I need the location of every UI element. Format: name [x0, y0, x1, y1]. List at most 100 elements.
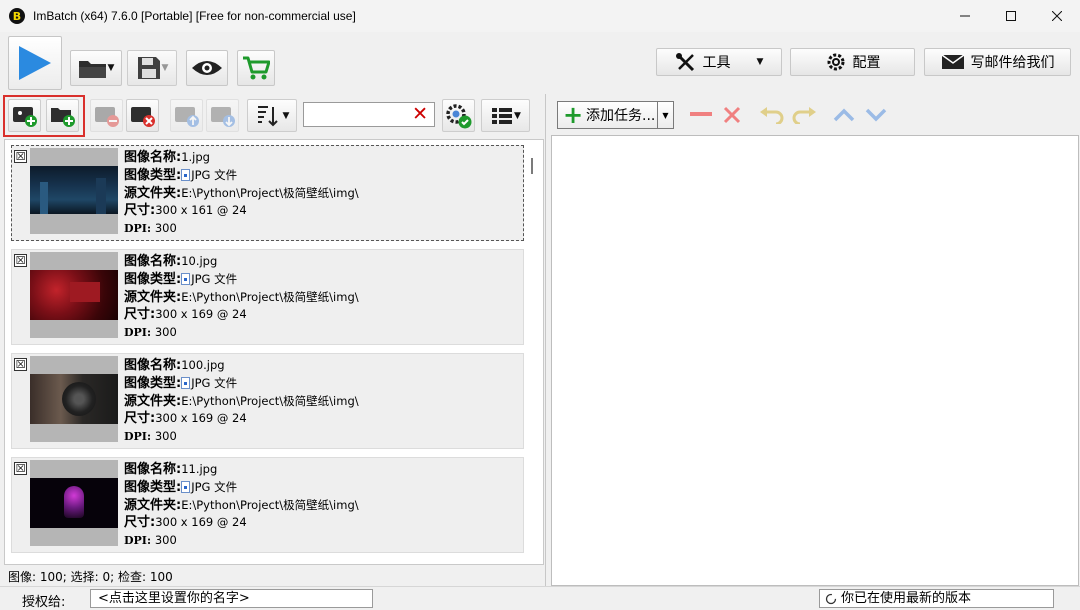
- play-icon: [19, 46, 51, 80]
- list-view-icon: [492, 107, 513, 124]
- minimize-button[interactable]: [942, 0, 988, 32]
- image-thumbnail: [30, 460, 118, 546]
- undo-icon: [760, 107, 784, 124]
- maximize-icon: [1006, 11, 1016, 21]
- move-up-button[interactable]: [170, 99, 203, 132]
- jpg-file-icon: [181, 376, 191, 389]
- close-button[interactable]: [1034, 0, 1080, 32]
- close-icon: [723, 106, 741, 124]
- add-image-icon: [12, 106, 37, 127]
- preview-button[interactable]: [186, 50, 228, 86]
- gear-check-icon: [445, 103, 471, 128]
- remove-all-button[interactable]: [126, 99, 159, 132]
- image-down-icon: [210, 106, 235, 127]
- title-bar: B ImBatch (x64) 7.6.0 [Portable] [Free f…: [0, 0, 1080, 32]
- jpg-file-icon: [181, 272, 191, 285]
- config-button[interactable]: 配置: [790, 48, 915, 76]
- task-move-up-button[interactable]: [831, 104, 857, 126]
- image-info: 图像名称:100.jpg 图像类型: JPG 文件 源文件夹:E:\Python\…: [124, 358, 359, 444]
- item-checkbox[interactable]: ☒: [14, 462, 27, 475]
- item-checkbox[interactable]: ☒: [14, 358, 27, 371]
- image-up-icon: [174, 106, 199, 127]
- image-info: 图像名称:10.jpg 图像类型: JPG 文件 源文件夹:E:\Python\P…: [124, 254, 359, 340]
- add-task-button[interactable]: + 添加任务... ▼: [557, 101, 674, 129]
- redo-icon: [792, 107, 816, 124]
- maximize-button[interactable]: [988, 0, 1034, 32]
- email-us-button[interactable]: 写邮件给我们: [924, 48, 1071, 76]
- chevron-down-icon: ▼: [161, 63, 169, 73]
- image-list[interactable]: ☒ 图像名称:1.jpg 图像类型: JPG 文件 源文件夹:E:\Python\…: [4, 139, 544, 565]
- sort-icon: [257, 105, 278, 126]
- chevron-down-icon: ▼: [514, 110, 521, 121]
- redo-button[interactable]: [791, 104, 817, 126]
- remove-image-button[interactable]: [90, 99, 123, 132]
- envelope-icon: [941, 54, 964, 69]
- open-folder-icon: [78, 61, 106, 78]
- task-pane: + 添加任务... ▼: [551, 94, 1080, 586]
- status-bar: 授权给: <点击这里设置你的名字> 你已在使用最新的版本: [0, 586, 1080, 610]
- chevron-down-icon: ▼: [282, 110, 290, 121]
- window-title: ImBatch (x64) 7.6.0 [Portable] [Free for…: [33, 9, 356, 23]
- close-icon: [1052, 11, 1062, 21]
- image-count-status: 图像: 100; 选择: 0; 检查: 100: [8, 570, 173, 584]
- minimize-icon: [960, 15, 970, 17]
- eye-icon: [192, 61, 222, 75]
- clear-tasks-button[interactable]: [719, 104, 745, 126]
- email-label: 写邮件给我们: [970, 55, 1055, 71]
- item-checkbox[interactable]: ☒: [14, 150, 27, 163]
- minus-icon: [690, 112, 712, 116]
- filter-input[interactable]: ✕: [303, 102, 435, 127]
- app-logo-icon: B: [9, 8, 25, 24]
- license-name-field[interactable]: <点击这里设置你的名字>: [90, 589, 373, 608]
- list-item[interactable]: ☒ 图像名称:10.jpg 图像类型: JPG 文件 源文件夹:E:\Python…: [11, 249, 524, 345]
- add-folder-button[interactable]: [46, 99, 79, 132]
- add-task-label: 添加任务...: [586, 108, 656, 124]
- run-button[interactable]: [8, 36, 62, 90]
- jpg-file-icon: [181, 480, 191, 493]
- undo-button[interactable]: [759, 104, 785, 126]
- clear-filter-icon[interactable]: ✕: [412, 104, 428, 125]
- save-icon: [137, 57, 160, 79]
- clear-images-icon: [130, 106, 155, 127]
- remove-task-button[interactable]: [688, 104, 714, 126]
- config-label: 配置: [852, 55, 881, 71]
- view-mode-button[interactable]: ▼: [481, 99, 530, 132]
- update-status[interactable]: 你已在使用最新的版本: [819, 589, 1054, 608]
- version-text: 你已在使用最新的版本: [841, 591, 972, 606]
- jpg-file-icon: [181, 168, 191, 181]
- move-down-button[interactable]: [206, 99, 239, 132]
- image-list-pane: ▼ ✕ ▼ ☒ 图像名称:1.jpg 图像类型: JPG 文件 源文件夹:E:\…: [0, 94, 545, 586]
- main-toolbar: ▼ ▼ 工具 ▼ 配置 写邮件给我们: [0, 32, 1080, 94]
- task-move-down-button[interactable]: [863, 104, 889, 126]
- image-list-toolbar: ▼ ✕ ▼: [0, 94, 545, 138]
- gear-icon: [827, 53, 844, 71]
- remove-image-icon: [94, 106, 119, 127]
- list-scrollbar[interactable]: [531, 158, 533, 174]
- image-thumbnail: [30, 356, 118, 442]
- image-settings-button[interactable]: [442, 99, 475, 132]
- wrench-screwdriver-icon: [675, 53, 694, 72]
- image-info: 图像名称:11.jpg 图像类型: JPG 文件 源文件夹:E:\Python\P…: [124, 462, 359, 548]
- list-item[interactable]: ☒ 图像名称:100.jpg 图像类型: JPG 文件 源文件夹:E:\Pytho…: [11, 353, 524, 449]
- sort-button[interactable]: ▼: [247, 99, 297, 132]
- open-button[interactable]: ▼: [70, 50, 122, 86]
- item-checkbox[interactable]: ☒: [14, 254, 27, 267]
- license-label: 授权给:: [22, 595, 66, 610]
- chevron-down-icon: ▼: [107, 63, 115, 73]
- buy-button[interactable]: [237, 50, 275, 86]
- chevron-up-icon: [833, 108, 855, 122]
- chevron-down-icon: [865, 108, 887, 122]
- add-images-button[interactable]: [8, 99, 41, 132]
- list-item[interactable]: ☒ 图像名称:1.jpg 图像类型: JPG 文件 源文件夹:E:\Python\…: [11, 145, 524, 241]
- chevron-down-icon[interactable]: ▼: [657, 102, 673, 128]
- cart-icon: [243, 56, 270, 80]
- chevron-down-icon: ▼: [756, 57, 764, 67]
- add-folder-icon: [50, 107, 75, 127]
- refresh-icon: [825, 593, 837, 604]
- tools-button[interactable]: 工具 ▼: [656, 48, 782, 76]
- list-item[interactable]: ☒ 图像名称:11.jpg 图像类型: JPG 文件 源文件夹:E:\Python…: [11, 457, 524, 553]
- save-button[interactable]: ▼: [127, 50, 177, 86]
- image-thumbnail: [30, 252, 118, 338]
- plus-icon: +: [562, 101, 584, 129]
- task-list[interactable]: [551, 135, 1079, 586]
